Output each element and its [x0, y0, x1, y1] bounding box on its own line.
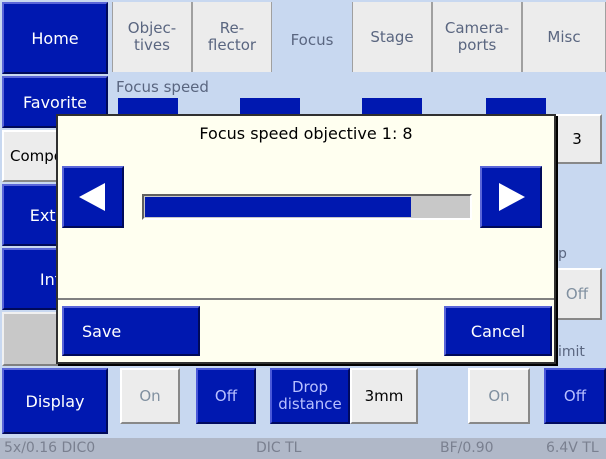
- focus-speed-heading: Focus speed: [116, 78, 209, 96]
- off-button-1[interactable]: Off: [196, 368, 256, 424]
- focus-speed-button-3[interactable]: [362, 98, 422, 114]
- status-voltage: 6.4V TL: [546, 440, 599, 456]
- focus-speed-dialog: Focus speed objective 1: 8 Save Cancel: [56, 114, 556, 364]
- save-button[interactable]: Save: [62, 306, 200, 356]
- tab-cameraports[interactable]: Camera- ports: [432, 2, 522, 72]
- arrow-left-icon: [79, 183, 105, 211]
- dialog-divider: [58, 298, 554, 300]
- cancel-label: Cancel: [470, 321, 526, 341]
- on-button-1[interactable]: On: [120, 368, 180, 424]
- save-label: Save: [82, 321, 122, 341]
- off-button-2[interactable]: Off: [544, 368, 606, 424]
- right-label-2: imit: [558, 344, 585, 360]
- status-condenser: BF/0.90: [440, 440, 494, 456]
- tab-misc[interactable]: Misc: [522, 2, 606, 72]
- focus-speed-button-4[interactable]: [486, 98, 546, 114]
- status-bar: 5x/0.16 DIC0 DIC TL BF/0.90 6.4V TL: [0, 438, 606, 459]
- focus-speed-button-2[interactable]: [240, 98, 300, 114]
- dialog-title: Focus speed objective 1: 8: [199, 124, 413, 143]
- tab-reflector[interactable]: Re- flector: [192, 2, 272, 72]
- tab-objectives[interactable]: Objec- tives: [112, 2, 192, 72]
- tab-focus[interactable]: Focus: [272, 2, 352, 78]
- focus-speed-button-1[interactable]: [118, 98, 178, 114]
- tab-stage[interactable]: Stage: [352, 2, 432, 72]
- on-button-2[interactable]: On: [468, 368, 530, 424]
- drop-distance-value[interactable]: 3mm: [350, 368, 418, 424]
- status-reflector: DIC TL: [256, 440, 302, 456]
- increase-button[interactable]: [480, 166, 542, 228]
- cancel-button[interactable]: Cancel: [444, 306, 552, 356]
- focus-speed-value-button[interactable]: 3: [552, 114, 602, 164]
- nav-home-button[interactable]: Home: [2, 2, 108, 74]
- status-objective: 5x/0.16 DIC0: [4, 440, 96, 456]
- focus-speed-slider[interactable]: [142, 194, 472, 220]
- nav-display-button[interactable]: Display: [2, 368, 108, 434]
- drop-distance-button[interactable]: Drop distance: [270, 368, 350, 424]
- right-label-1: p: [558, 246, 567, 262]
- slider-fill: [145, 197, 411, 217]
- decrease-button[interactable]: [62, 166, 124, 228]
- right-off-button[interactable]: Off: [552, 268, 602, 320]
- arrow-right-icon: [499, 183, 525, 211]
- focus-speed-button-row: [116, 98, 606, 114]
